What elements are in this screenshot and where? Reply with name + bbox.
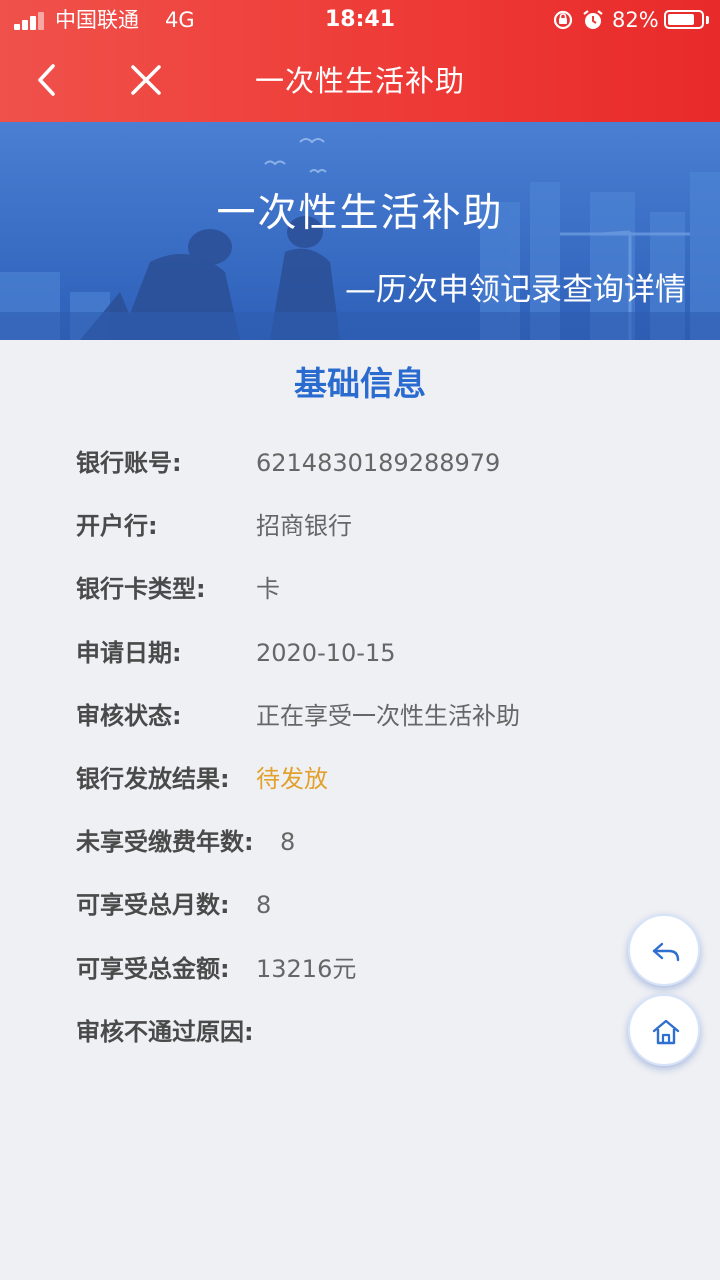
info-row-unpaid-years: 未享受缴费年数: 8 [76, 819, 696, 882]
info-value: 13216元 [256, 954, 357, 983]
battery-percent: 82% [612, 8, 659, 32]
info-row-bank-name: 开户行: 招商银行 [76, 503, 696, 566]
info-row-total-amount: 可享受总金额: 13216元 [76, 946, 696, 1009]
info-row-bank-account: 银行账号: 6214830189288979 [76, 440, 696, 503]
info-value: 卡 [256, 575, 280, 604]
reply-button[interactable] [628, 914, 700, 986]
info-label: 可享受总月数: [76, 891, 230, 920]
alarm-icon [583, 10, 603, 29]
info-label: 开户行: [76, 512, 158, 541]
page-title: 一次性生活补助 [254, 64, 465, 98]
banner: 一次性生活补助 —历次申领记录查询详情 [0, 122, 720, 340]
info-value: 招商银行 [256, 512, 352, 541]
status-bar: 中国联通 4G 18:41 82% [0, 0, 720, 40]
info-row-review-status: 审核状态: 正在享受一次性生活补助 [76, 693, 696, 756]
home-button[interactable] [628, 994, 700, 1066]
battery-icon [664, 10, 704, 29]
info-label: 申请日期: [76, 638, 182, 667]
battery-cap [706, 16, 709, 24]
info-row-total-months: 可享受总月数: 8 [76, 882, 696, 945]
navigation-bar: 一次性生活补助 [0, 40, 720, 122]
basic-info-list: 银行账号: 6214830189288979 开户行: 招商银行 银行卡类型: … [76, 440, 696, 1072]
info-row-reject-reason: 审核不通过原因: [76, 1009, 696, 1072]
info-value: 8 [280, 828, 296, 857]
info-label: 银行账号: [76, 449, 182, 477]
info-label: 银行卡类型: [76, 575, 206, 604]
app-header: 中国联通 4G 18:41 82% 一次性生活补助 [0, 0, 720, 122]
info-row-apply-date: 申请日期: 2020-10-15 [76, 630, 696, 693]
info-value: 8 [256, 891, 272, 920]
info-label: 审核状态: [76, 701, 182, 730]
info-value: 6214830189288979 [256, 449, 501, 477]
info-label: 审核不通过原因: [76, 1017, 254, 1046]
info-row-card-type: 银行卡类型: 卡 [76, 566, 696, 629]
info-row-payment-result: 银行发放结果: 待发放 [76, 756, 696, 819]
info-value: 2020-10-15 [256, 638, 396, 667]
info-label: 银行发放结果: [76, 764, 230, 793]
info-value: 正在享受一次性生活补助 [256, 701, 520, 730]
reply-icon [652, 942, 680, 962]
banner-subtitle: —历次申领记录查询详情 [345, 272, 686, 308]
status-badge: 待发放 [256, 764, 328, 793]
rotation-lock-icon [553, 10, 573, 30]
banner-title: 一次性生活补助 [216, 191, 504, 236]
info-label: 未享受缴费年数: [76, 828, 254, 857]
info-label: 可享受总金额: [76, 954, 230, 983]
section-title: 基础信息 [294, 364, 426, 403]
home-icon [652, 1019, 680, 1045]
